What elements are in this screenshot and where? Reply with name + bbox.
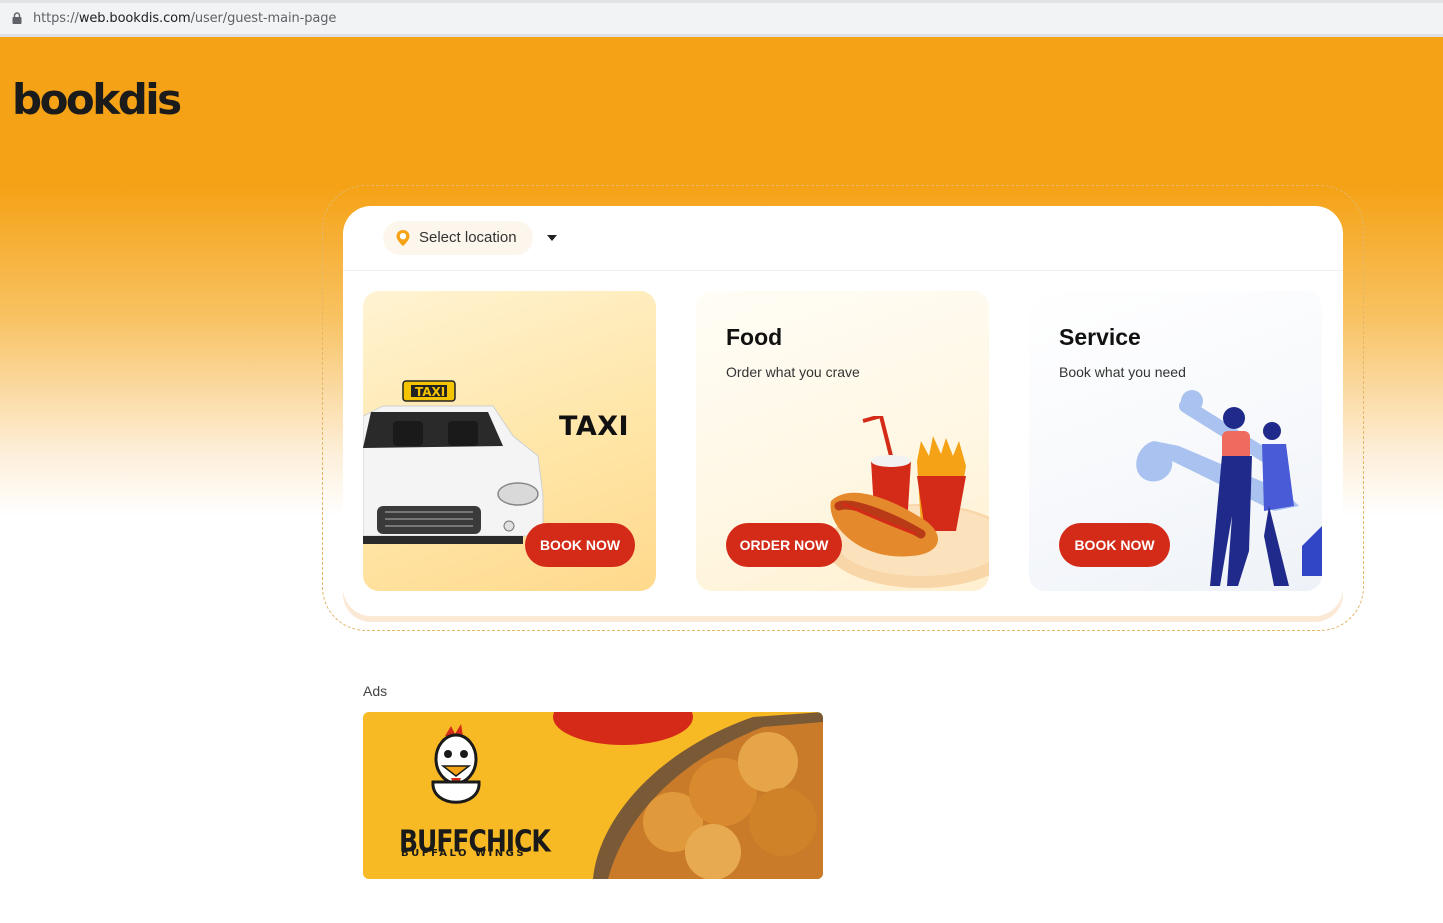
service-title: Service [1059, 324, 1141, 350]
taxi-car-illustration [363, 380, 544, 544]
food-order-now-button[interactable]: ORDER NOW [726, 523, 842, 567]
service-card[interactable]: Service Book what you need BOOK NOW [1029, 291, 1322, 591]
food-card[interactable]: Food Order what you crave ORDER NOW [696, 291, 989, 591]
services-panel: Select location TAXI TAXI BOOK NOW Food … [343, 206, 1343, 616]
fried-chicken-photo [553, 712, 823, 879]
food-title: Food [726, 324, 783, 350]
taxi-sign-text: TAXI [415, 385, 446, 399]
food-illustration [826, 416, 989, 588]
location-dropdown-caret-icon[interactable] [547, 235, 557, 241]
lock-icon [12, 12, 22, 24]
food-subtitle: Order what you crave [726, 364, 860, 380]
guest-main-page: bookdis Select location TAXI TAXI BOOK N… [0, 37, 1443, 923]
ad-subtitle-text: BUFFALO WINGS [401, 848, 527, 859]
service-subtitle: Book what you need [1059, 364, 1186, 380]
url-text[interactable]: https://web.bookdis.com/user/guest-main-… [33, 11, 336, 26]
buffchick-ad-banner[interactable]: BUFFCHICK BUFFALO WINGS [363, 712, 823, 879]
taxi-book-now-button[interactable]: BOOK NOW [525, 523, 635, 567]
ads-label: Ads [363, 683, 388, 699]
location-label: Select location [419, 229, 517, 246]
taxi-card[interactable]: TAXI TAXI BOOK NOW [363, 291, 656, 591]
taxi-heading: TAXI [559, 411, 630, 442]
url-domain: web.bookdis.com [78, 11, 191, 26]
panel-divider [343, 270, 1343, 271]
service-book-now-button[interactable]: BOOK NOW [1059, 523, 1170, 567]
bookdis-logo[interactable]: bookdis [12, 75, 182, 124]
chicken-mascot-logo [431, 724, 481, 804]
url-path: /user/guest-main-page [190, 11, 337, 26]
location-pin-icon [396, 230, 410, 246]
browser-address-bar[interactable]: https://web.bookdis.com/user/guest-main-… [0, 0, 1443, 37]
tab-strip-edge [0, 0, 1443, 3]
url-scheme: https:// [33, 11, 79, 26]
location-selector[interactable]: Select location [383, 221, 533, 255]
